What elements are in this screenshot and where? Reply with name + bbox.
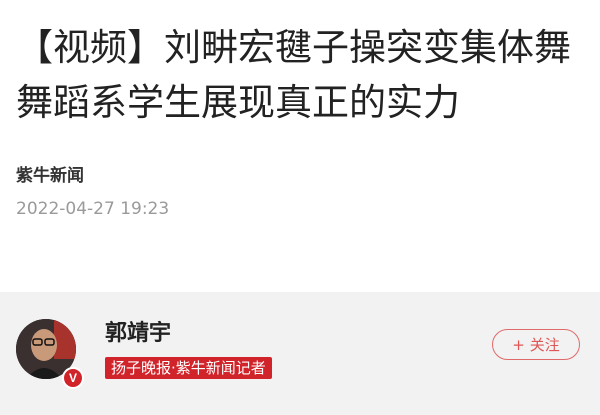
article-header: 【视频】刘畊宏毽子操突变集体舞 舞蹈系学生展现真正的实力 紫牛新闻 2022-0…	[0, 0, 600, 221]
author-title-badge: 扬子晚报·紫牛新闻记者	[105, 357, 272, 379]
follow-button[interactable]: + 关注	[492, 329, 580, 360]
author-bar: V 郭靖宇 扬子晚报·紫牛新闻记者 + 关注	[0, 292, 600, 415]
verified-badge-icon: V	[62, 367, 84, 389]
article-source[interactable]: 紫牛新闻	[16, 164, 586, 188]
author-name[interactable]: 郭靖宇	[105, 320, 171, 348]
avatar[interactable]: V	[16, 319, 84, 389]
publish-time: 2022-04-27 19:23	[16, 199, 170, 219]
plus-icon: +	[512, 335, 525, 354]
follow-button-label: 关注	[529, 336, 560, 354]
article-headline: 【视频】刘畊宏毽子操突变集体舞 舞蹈系学生展现真正的实力	[16, 26, 571, 124]
